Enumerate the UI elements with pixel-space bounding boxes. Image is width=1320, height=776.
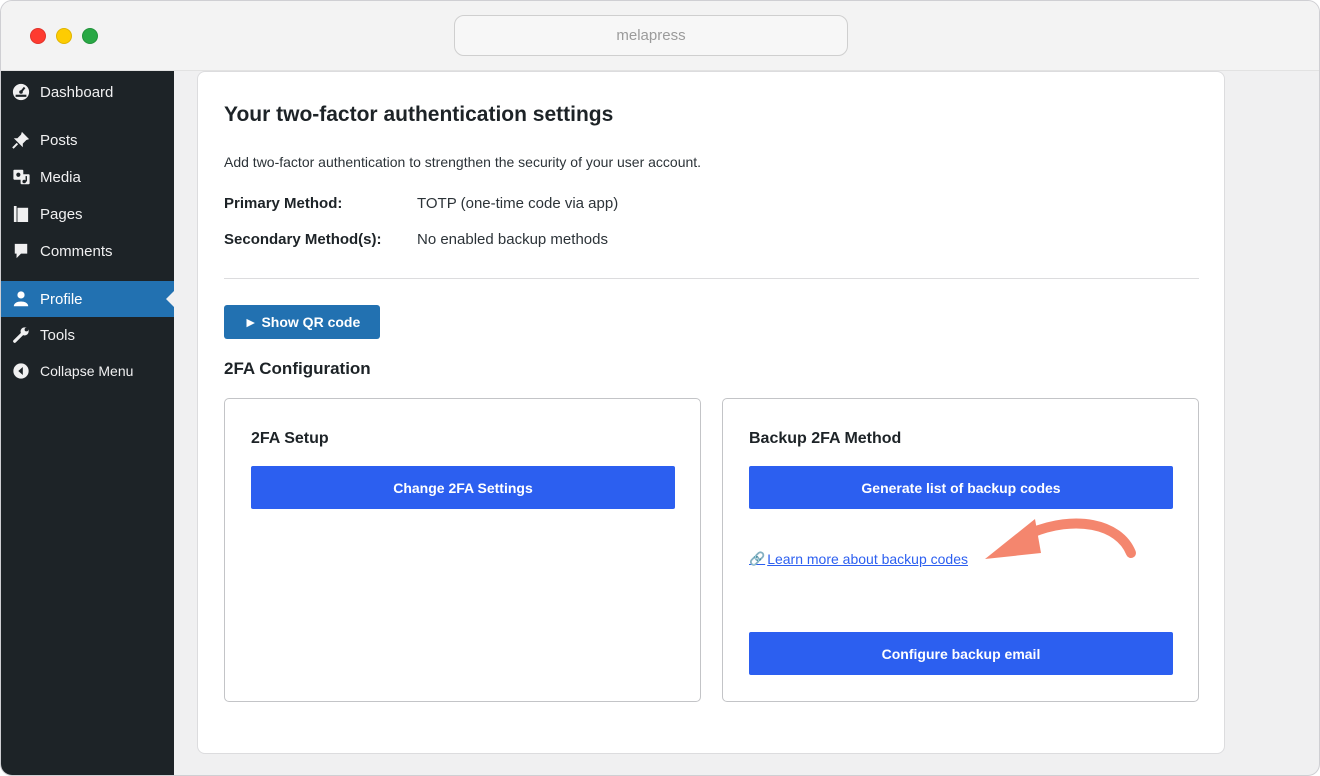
sidebar-item-label: Pages [40,205,83,223]
primary-method-label: Primary Method: [224,195,343,212]
learn-more-link-text: Learn more about backup codes [767,551,968,567]
show-qr-code-button[interactable]: ► Show QR code [224,305,380,339]
sidebar-item-label: Profile [40,290,83,308]
sidebar-item-dashboard[interactable]: Dashboard [1,74,174,110]
setup-card: 2FA Setup Change 2FA Settings [224,398,701,702]
sidebar-item-pages[interactable]: Pages [1,196,174,232]
sidebar-item-label: Dashboard [40,83,114,101]
setup-card-title: 2FA Setup [251,430,329,447]
sidebar-item-posts[interactable]: Posts [1,122,174,158]
annotation-arrow-icon [985,518,1136,559]
config-section-title: 2FA Configuration [224,359,371,378]
page-description: Add two-factor authentication to strengt… [224,154,702,170]
sidebar-item-label: Media [40,168,81,186]
configure-backup-email-button[interactable]: Configure backup email [749,632,1173,675]
maximize-window-button[interactable] [82,28,98,44]
title-bar: melapress [1,1,1319,71]
close-window-button[interactable] [30,28,46,44]
backup-card-title: Backup 2FA Method [749,430,902,447]
learn-more-backup-codes-link[interactable]: 🔗 Learn more about backup codes [749,551,968,567]
collapse-menu-button[interactable]: Collapse Menu [1,353,174,389]
sidebar-item-comments[interactable]: Comments [1,233,174,269]
media-icon [11,167,31,187]
sidebar-item-label: Collapse Menu [40,363,134,379]
sidebar-item-tools[interactable]: Tools [1,317,174,353]
collapse-icon [11,361,31,381]
link-icon: 🔗 [749,551,766,566]
user-icon [11,289,31,309]
pin-icon [11,130,31,150]
sidebar-item-media[interactable]: Media [1,159,174,195]
sidebar-item-label: Posts [40,131,78,149]
generate-backup-codes-button[interactable]: Generate list of backup codes [749,466,1173,509]
pages-icon [11,204,31,224]
settings-panel: Your two-factor authentication settings … [197,71,1225,754]
minimize-window-button[interactable] [56,28,72,44]
address-bar[interactable]: melapress [454,15,848,56]
sidebar-item-label: Tools [40,326,76,344]
page-title: Your two-factor authentication settings [224,103,614,126]
sidebar-item-label: Comments [40,242,113,260]
secondary-method-value: No enabled backup methods [417,231,608,248]
primary-method-value: TOTP (one-time code via app) [417,195,619,212]
divider [224,278,1199,279]
change-2fa-settings-button[interactable]: Change 2FA Settings [251,466,675,509]
comment-icon [11,241,31,261]
browser-window: melapress Dashboard Posts Media Pages Co… [0,0,1320,776]
secondary-method-label: Secondary Method(s): [224,231,382,248]
wrench-icon [11,325,31,345]
sidebar-item-profile[interactable]: Profile [1,281,174,317]
admin-sidebar: Dashboard Posts Media Pages Comments Pro… [1,71,174,775]
dashboard-icon [11,82,31,102]
